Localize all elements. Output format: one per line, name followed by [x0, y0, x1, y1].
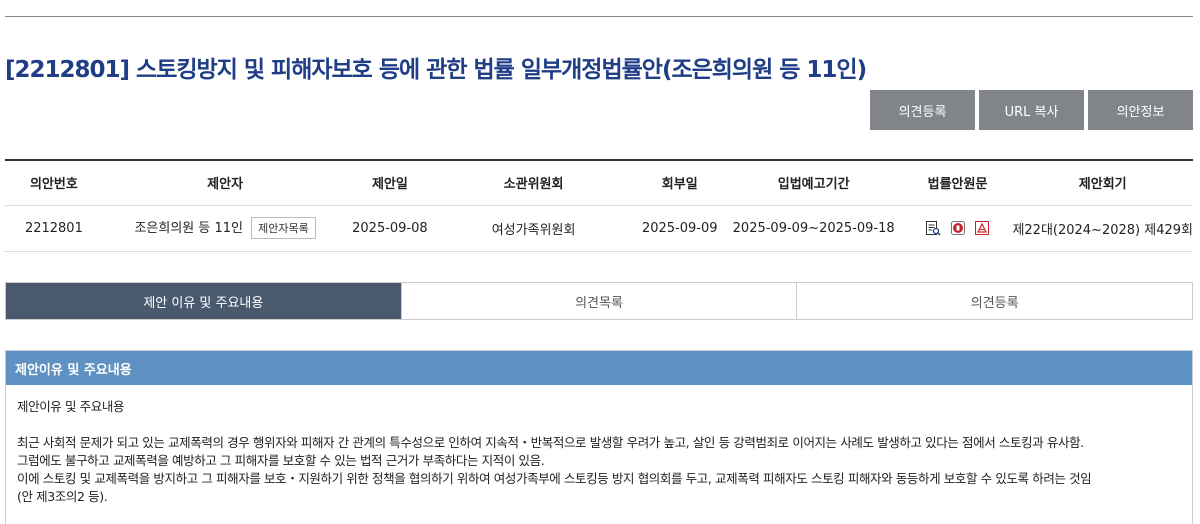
table-row: 2212801 조은희의원 등 11인 제안자목록 2025-09-08 여성가…	[5, 205, 1193, 252]
original-text-cell	[902, 205, 1013, 252]
reason-panel: 제안이유 및 주요내용 제안이유 및 주요내용 최근 사회적 문제가 되고 있는…	[5, 350, 1193, 524]
notice-period: 2025-09-09~2025-09-18	[724, 205, 903, 252]
reason-line-2: 그럼에도 불구하고 교제폭력을 예방하고 그 피해자를 보호할 수 있는 법적 …	[17, 453, 545, 468]
proposer-name: 조은희의원 등 11인	[134, 220, 243, 236]
panel-body: 제안이유 및 주요내용 최근 사회적 문제가 되고 있는 교제폭력의 경우 행위…	[6, 385, 1192, 519]
opinion-register-button[interactable]: 의견등록	[870, 90, 975, 130]
tab-opinion-list[interactable]: 의견목록	[400, 283, 797, 319]
header-original-text: 법률안원문	[902, 159, 1013, 206]
tab-reason-content[interactable]: 제안 이유 및 주요내용	[6, 283, 401, 319]
header-committee: 소관위원회	[432, 159, 635, 206]
page-title: [2212801] 스토킹방지 및 피해자보호 등에 관한 법률 일부개정법률안…	[5, 57, 867, 83]
proposer-list-button[interactable]: 제안자목록	[251, 217, 316, 240]
bill-info-button[interactable]: 의안정보	[1088, 90, 1193, 130]
bill-info-table: 의안번호 제안자 제안일 소관위원회 회부일 입법예고기간 법률안원문 제안회기…	[5, 159, 1193, 252]
session: 제22대(2024~2028) 제429회	[1012, 205, 1193, 252]
header-proposal-date: 제안일	[347, 159, 433, 206]
proposer-cell: 조은희의원 등 11인 제안자목록	[102, 205, 348, 252]
reason-line-4: (안 제3조의2 등).	[17, 489, 108, 504]
panel-subtitle: 제안이유 및 주요내용	[17, 399, 125, 414]
content-tabs: 제안 이유 및 주요내용 의견목록 의견등록	[5, 282, 1193, 320]
referral-date: 2025-09-09	[634, 205, 725, 252]
header-bill-no: 의안번호	[5, 159, 103, 206]
pdf-file-icon[interactable]	[974, 220, 990, 236]
header-session: 제안회기	[1012, 159, 1193, 206]
document-search-icon[interactable]	[925, 220, 941, 236]
reason-line-3: 이에 스토킹 및 교제폭력을 방지하고 그 피해자를 보호・지원하기 위한 정책…	[17, 471, 1092, 486]
top-divider	[5, 16, 1193, 17]
table-header-row: 의안번호 제안자 제안일 소관위원회 회부일 입법예고기간 법률안원문 제안회기	[5, 159, 1193, 206]
url-copy-button[interactable]: URL 복사	[979, 90, 1084, 130]
action-buttons: 의견등록 URL 복사 의안정보	[870, 90, 1193, 130]
panel-header: 제안이유 및 주요내용	[6, 351, 1192, 385]
committee: 여성가족위원회	[432, 205, 635, 252]
header-notice-period: 입법예고기간	[724, 159, 903, 206]
bill-no: 2212801	[5, 205, 103, 252]
reason-line-1: 최근 사회적 문제가 되고 있는 교제폭력의 경우 행위자와 피해자 간 관계의…	[17, 435, 1084, 450]
proposal-date: 2025-09-08	[347, 205, 433, 252]
tab-opinion-register[interactable]: 의견등록	[796, 283, 1193, 319]
header-proposer: 제안자	[102, 159, 348, 206]
hwp-file-icon[interactable]	[950, 220, 966, 236]
header-referral-date: 회부일	[634, 159, 725, 206]
